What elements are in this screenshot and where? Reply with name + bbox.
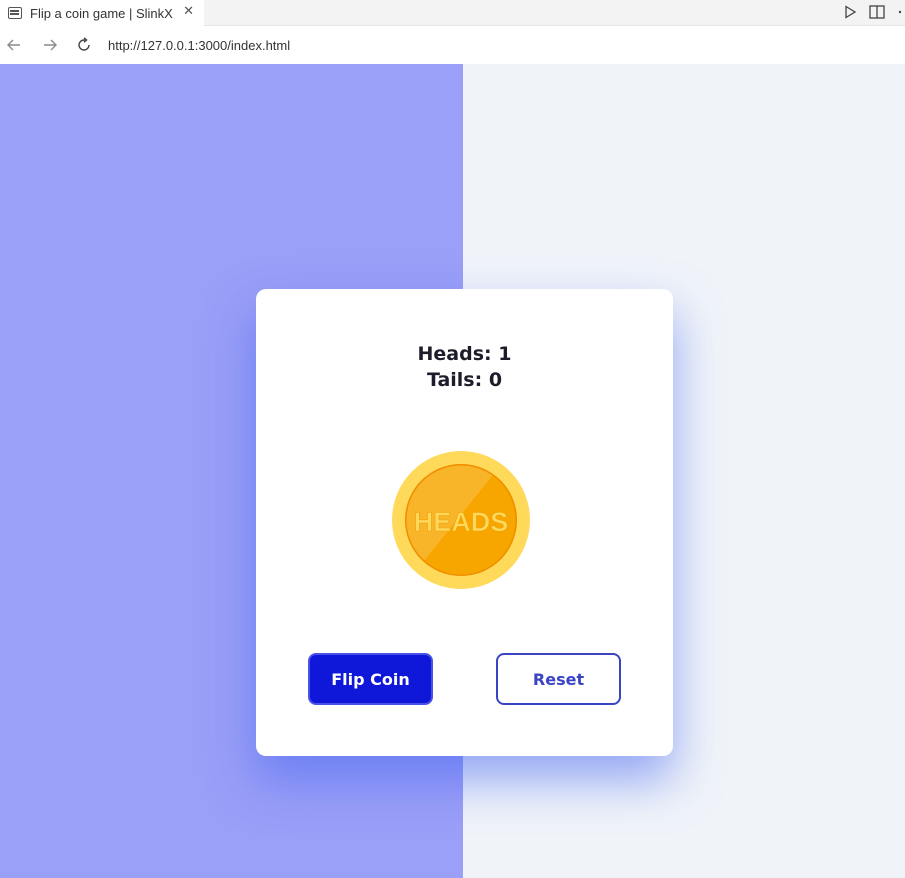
editor-actions: [843, 0, 905, 26]
address-bar: http://127.0.0.1:3000/index.html: [0, 26, 905, 64]
page-icon: [8, 7, 22, 19]
coin-label: HEADS: [414, 507, 509, 537]
browser-tab[interactable]: Flip a coin game | SlinkX ✕: [0, 0, 204, 26]
game-card: Heads: 1 Tails: 0 HEADS Flip Coin Reset: [256, 289, 673, 756]
page-viewport: Heads: 1 Tails: 0 HEADS Flip Coin Reset: [0, 64, 905, 878]
tab-title: Flip a coin game | SlinkX: [30, 5, 173, 21]
heads-count: Heads: 1: [417, 343, 512, 365]
reset-button[interactable]: Reset: [496, 653, 621, 705]
score-board: Heads: 1 Tails: 0: [256, 341, 673, 393]
split-editor-icon[interactable]: [869, 4, 885, 23]
play-icon[interactable]: [843, 4, 857, 23]
tails-count: Tails: 0: [426, 369, 503, 391]
arrow-right-icon[interactable]: [40, 35, 60, 55]
browser-tabstrip: Flip a coin game | SlinkX ✕: [0, 0, 905, 26]
arrow-left-icon[interactable]: [4, 35, 24, 55]
coin-heads-icon: HEADS: [392, 451, 530, 589]
reload-icon[interactable]: [74, 35, 94, 55]
more-icon[interactable]: [897, 4, 903, 23]
url-field[interactable]: http://127.0.0.1:3000/index.html: [108, 38, 290, 53]
flip-coin-button[interactable]: Flip Coin: [308, 653, 433, 705]
coin: HEADS: [392, 451, 530, 589]
close-icon[interactable]: ✕: [183, 4, 194, 19]
